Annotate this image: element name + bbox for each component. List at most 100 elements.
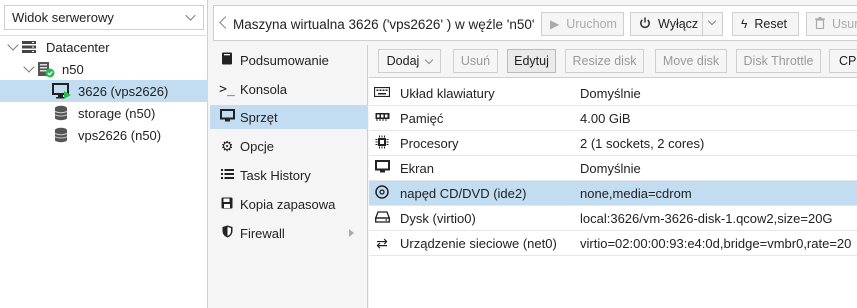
hardware-name: Ekran [400,160,434,176]
hardware-row-processors[interactable]: Procesory 2 (1 sockets, 2 cores) [369,131,857,156]
hardware-panel: Dodaj Usuń Edytuj Resize disk Move disk … [369,45,857,308]
chevron-down-icon [707,16,717,26]
start-button[interactable]: ▶ Uruchom [541,12,624,36]
hardware-value: Domyślnie [580,160,641,176]
hardware-name: Układ klawiatury [400,85,495,101]
shutdown-menu-toggle[interactable] [702,13,722,35]
trash-icon [815,16,825,32]
hardware-name: Dysk (virtio0) [400,210,476,226]
cpu-options-button-label: CPU [839,54,857,68]
hardware-row-network[interactable]: ⇄ Urządzenie sieciowe (net0) virtio=02:0… [369,231,857,256]
tree-item-storage[interactable]: storage (n50) [0,102,208,124]
hardware-name: Pamięć [400,110,444,126]
hardware-row-keyboard[interactable]: Układ klawiatury Domyślnie [369,81,857,106]
hdd-icon [373,210,391,226]
save-icon [219,197,235,212]
submenu-item-options[interactable]: ⚙ Opcje [210,134,368,158]
display-icon [373,160,391,176]
tree-item-label: storage (n50) [78,105,156,121]
tree-item-storage-vps2626[interactable]: vps2626 (n50) [0,124,208,146]
remove-vm-button-label: Usuń [832,17,857,31]
submenu-item-label: Podsumowanie [240,52,329,68]
disk-throttle-button[interactable]: Disk Throttle [736,49,821,73]
reset-button-label: Reset [754,17,788,31]
shutdown-button-label: Wyłącz [658,17,699,31]
bolt-icon: ϟ [741,17,748,31]
tree-item-node-n50[interactable]: n50 [0,58,208,80]
hardware-row-display[interactable]: Ekran Domyślnie [369,156,857,181]
disk-throttle-button-label: Disk Throttle [743,54,814,68]
vm-submenu: Podsumowanie >_ Konsola Sprzęt ⚙ Opcje T… [210,45,368,308]
view-select-value: Widok serwerowy [12,10,114,25]
tree-item-label: vps2626 (n50) [78,127,162,143]
shutdown-button[interactable]: Wyłącz [630,12,723,36]
tree-item-label: 3626 (vps2626) [78,83,169,99]
view-select[interactable]: Widok serwerowy [4,5,204,30]
hardware-row-disk[interactable]: Dysk (virtio0) local:3626/vm-3626-disk-1… [369,206,857,231]
move-disk-button[interactable]: Move disk [655,49,727,73]
hardware-name: Procesory [400,135,459,151]
collapse-chevron-icon[interactable] [23,61,35,73]
submenu-item-label: Kopia zapasowa [240,196,336,212]
cpu-icon [373,135,391,152]
move-disk-button-label: Move disk [662,54,720,68]
keyboard-icon [373,86,391,100]
vm-header-bar: Maszyna wirtualna 3626 ('vps2626' ) w wę… [213,5,857,41]
remove-button-label: Usuń [460,54,491,68]
add-button-label: Dodaj [386,54,420,68]
cpu-options-button[interactable]: CPU [829,49,857,73]
tree-item-label: n50 [62,61,84,77]
tree-item-datacenter[interactable]: Datacenter [0,36,208,58]
datacenter-icon [21,39,37,58]
hardware-value: none,media=cdrom [580,185,692,201]
hardware-name: Urządzenie sieciowe (net0) [400,235,557,251]
edit-button-label: Edytuj [514,54,549,68]
network-icon: ⇄ [376,234,388,251]
book-icon [219,52,235,68]
submenu-item-label: Konsola [240,81,287,97]
expand-arrow-icon[interactable] [349,229,354,237]
hardware-value: local:3626/vm-3626-disk-1.qcow2,size=20G [580,210,833,226]
hardware-value: Domyślnie [580,85,641,101]
power-icon [639,17,651,32]
hardware-toolbar: Dodaj Usuń Edytuj Resize disk Move disk … [369,45,857,78]
hardware-row-cdrom[interactable]: napęd CD/DVD (ide2) none,media=cdrom [369,181,857,206]
memory-icon [373,111,391,125]
add-button[interactable]: Dodaj [378,49,441,73]
submenu-item-backup[interactable]: Kopia zapasowa [210,192,368,216]
edit-button[interactable]: Edytuj [507,49,556,73]
tree-item-label: Datacenter [46,39,110,55]
list-icon [219,168,235,183]
hardware-row-memory[interactable]: Pamięć 4.00 GiB [369,106,857,131]
gear-icon: ⚙ [220,137,234,154]
database-icon [54,105,68,124]
reset-button[interactable]: ϟ Reset [732,12,799,36]
shield-icon [219,225,235,241]
start-button-label: Uruchom [566,17,617,31]
submenu-item-console[interactable]: >_ Konsola [210,77,368,101]
resource-tree-panel: Widok serwerowy Datacenter n50 3626 (vps… [0,0,208,308]
resize-disk-button[interactable]: Resize disk [565,49,644,73]
tree-item-vm-3626[interactable]: 3626 (vps2626) [0,80,208,102]
submenu-item-firewall[interactable]: Firewall [210,221,368,245]
monitor-icon [219,109,235,125]
submenu-item-summary[interactable]: Podsumowanie [210,48,368,72]
submenu-item-task-history[interactable]: Task History [210,163,368,187]
chevron-left-icon[interactable] [219,16,232,29]
resize-disk-button-label: Resize disk [572,54,637,68]
remove-vm-button[interactable]: Usuń [806,12,857,36]
hardware-value: virtio=02:00:00:93:e4:0d,bridge=vmbr0,ra… [580,235,852,251]
remove-button[interactable]: Usuń [453,49,498,73]
play-icon: ▶ [550,17,560,31]
submenu-item-label: Sprzęt [240,109,278,125]
hardware-value: 4.00 GiB [580,110,631,126]
database-icon [54,127,68,146]
page-title: Maszyna wirtualna 3626 ('vps2626' ) w wę… [233,17,535,32]
submenu-item-hardware[interactable]: Sprzęt [210,105,368,129]
submenu-item-label: Opcje [240,138,274,154]
chevron-down-icon[interactable] [185,10,196,21]
server-online-icon [37,61,55,81]
collapse-chevron-icon[interactable] [7,39,19,51]
hardware-name: napęd CD/DVD (ide2) [400,185,527,201]
submenu-item-label: Task History [240,167,311,183]
